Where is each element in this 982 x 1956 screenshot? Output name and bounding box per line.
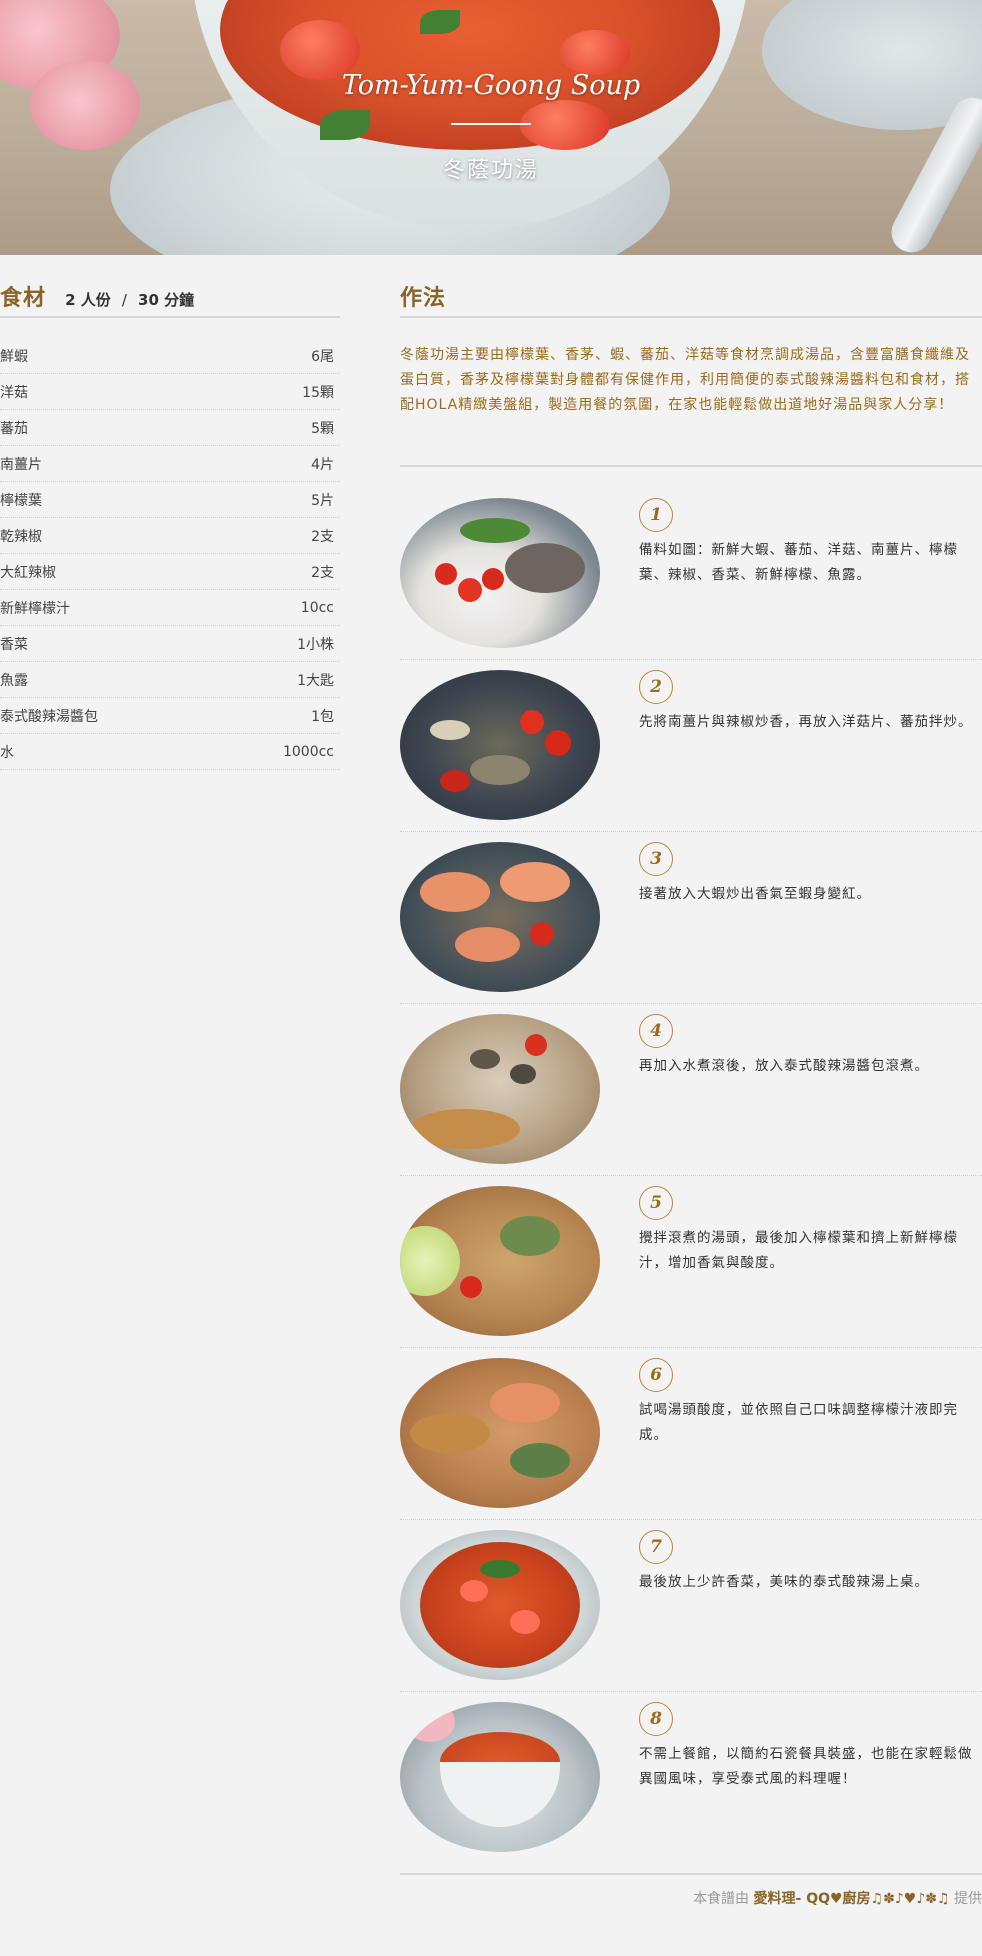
ingredient-qty: 5片	[311, 492, 334, 509]
step-number: 4	[639, 1014, 673, 1048]
ingredient-qty: 10cc	[300, 599, 334, 616]
ingredient-qty: 2支	[311, 564, 334, 581]
ingredient-qty: 15顆	[302, 384, 334, 401]
ingredient-row: 水 1000cc	[0, 734, 340, 770]
ingredient-qty: 4片	[311, 456, 334, 473]
ingredient-row: 洋菇 15顆	[0, 374, 340, 410]
ingredient-row: 魚露 1大匙	[0, 662, 340, 698]
ingredients-heading: 食材	[0, 286, 47, 311]
step-number: 2	[639, 670, 673, 704]
step-text: 最後放上少許香菜，美味的泰式酸辣湯上桌。	[639, 1574, 929, 1590]
step-number: 1	[639, 498, 673, 532]
credit-prefix: 本食譜由	[693, 1891, 750, 1907]
ingredient-row: 香菜 1小株	[0, 626, 340, 662]
step-item: 6 試喝湯頭酸度，並依照自己口味調整檸檬汁液即完成。	[400, 1348, 982, 1520]
step-photo	[400, 670, 600, 820]
step-photo	[400, 498, 600, 648]
ingredient-qty: 1小株	[297, 636, 334, 653]
step-text: 不需上餐館，以簡約石瓷餐具裝盛，也能在家輕鬆做異國風味，享受泰式風的料理喔！	[639, 1746, 973, 1787]
step-number: 7	[639, 1530, 673, 1564]
hero-title-en: Tom-Yum-Goong Soup	[341, 70, 641, 101]
step-item: 5 攪拌滾煮的湯頭，最後加入檸檬葉和擠上新鮮檸檬汁，增加香氣與酸度。	[400, 1176, 982, 1348]
step-text: 接著放入大蝦炒出香氣至蝦身變紅。	[639, 886, 871, 902]
step-item: 8 不需上餐館，以簡約石瓷餐具裝盛，也能在家輕鬆做異國風味，享受泰式風的料理喔！	[400, 1692, 982, 1864]
step-photo	[400, 1530, 600, 1680]
ingredient-row: 蕃茄 5顆	[0, 410, 340, 446]
ingredient-list: 鮮蝦 6尾 洋菇 15顆 蕃茄 5顆 南薑片 4片 檸檬葉 5片 乾辣椒 2支 大紅辣椒 2支…	[0, 338, 340, 770]
ingredient-row: 乾辣椒 2支	[0, 518, 340, 554]
ingredient-name: 香菜	[0, 636, 28, 653]
ingredient-name: 大紅辣椒	[0, 564, 56, 581]
servings: 2 人份	[65, 291, 111, 309]
step-text: 攪拌滾煮的湯頭，最後加入檸檬葉和擠上新鮮檸檬汁，增加香氣與酸度。	[639, 1230, 958, 1271]
step-text: 備料如圖：新鮮大蝦、蕃茄、洋菇、南薑片、檸檬葉、辣椒、香菜、新鮮檸檬、魚露。	[639, 542, 958, 583]
step-number: 6	[639, 1358, 673, 1392]
ingredient-name: 洋菇	[0, 384, 28, 401]
divider	[400, 1873, 982, 1875]
recipe-intro: 冬蔭功湯主要由檸檬葉、香茅、蝦、蕃茄、洋菇等食材烹調成湯品，含豐富膳食纖維及蛋白…	[400, 347, 970, 413]
step-item: 4 再加入水煮滾後，放入泰式酸辣湯醬包滾煮。	[400, 1004, 982, 1176]
ingredient-qty: 5顆	[311, 420, 334, 437]
divider	[400, 465, 982, 467]
ingredient-qty: 1大匙	[297, 672, 334, 689]
method-header: 作法	[400, 280, 982, 318]
step-item: 2 先將南薑片與辣椒炒香，再放入洋菇片、蕃茄拌炒。	[400, 660, 982, 832]
ingredient-name: 檸檬葉	[0, 492, 42, 509]
step-item: 1 備料如圖：新鮮大蝦、蕃茄、洋菇、南薑片、檸檬葉、辣椒、香菜、新鮮檸檬、魚露。	[400, 488, 982, 660]
ingredient-name: 蕃茄	[0, 420, 28, 437]
ingredient-name: 泰式酸辣湯醬包	[0, 708, 98, 725]
ingredient-row: 新鮮檸檬汁 10cc	[0, 590, 340, 626]
step-text: 試喝湯頭酸度，並依照自己口味調整檸檬汁液即完成。	[639, 1402, 958, 1443]
hero-banner: Tom-Yum-Goong Soup 冬蔭功湯	[0, 0, 982, 255]
step-photo	[400, 1186, 600, 1336]
ingredient-name: 新鮮檸檬汁	[0, 600, 70, 617]
ingredient-row: 泰式酸辣湯醬包 1包	[0, 698, 340, 734]
ingredient-name: 乾辣椒	[0, 528, 42, 545]
ingredient-qty: 1包	[311, 708, 334, 725]
step-number: 5	[639, 1186, 673, 1220]
ingredient-qty: 2支	[311, 528, 334, 545]
ingredient-name: 魚露	[0, 672, 28, 689]
step-photo	[400, 1702, 600, 1852]
credit-suffix: 提供	[954, 1891, 982, 1907]
step-photo	[400, 842, 600, 992]
ingredient-row: 檸檬葉 5片	[0, 482, 340, 518]
step-photo	[400, 1014, 600, 1164]
ingredient-row: 大紅辣椒 2支	[0, 554, 340, 590]
ingredient-row: 鮮蝦 6尾	[0, 338, 340, 374]
step-number: 3	[639, 842, 673, 876]
ingredient-qty: 1000cc	[282, 743, 334, 760]
step-text: 再加入水煮滾後，放入泰式酸辣湯醬包滾煮。	[639, 1058, 929, 1074]
ingredient-qty: 6尾	[311, 348, 334, 365]
recipe-credit: 本食譜由 愛料理- QQ♥廚房♫✽♪♥♪✽♫ 提供	[693, 1888, 982, 1908]
ingredient-name: 水	[0, 744, 14, 761]
ingredient-name: 鮮蝦	[0, 348, 28, 365]
ingredient-row: 南薑片 4片	[0, 446, 340, 482]
cook-time: 30 分鐘	[138, 291, 195, 309]
step-photo	[400, 1358, 600, 1508]
hero-divider	[451, 123, 531, 125]
step-item: 3 接著放入大蝦炒出香氣至蝦身變紅。	[400, 832, 982, 1004]
separator: /	[121, 291, 127, 309]
hero-title-zh: 冬蔭功湯	[442, 158, 539, 183]
step-item: 7 最後放上少許香菜，美味的泰式酸辣湯上桌。	[400, 1520, 982, 1692]
author-link[interactable]: 愛料理- QQ♥廚房♫✽♪♥♪✽♫	[754, 1891, 950, 1907]
method-heading: 作法	[400, 286, 447, 311]
step-number: 8	[639, 1702, 673, 1736]
ingredients-header: 食材 2 人份 / 30 分鐘	[0, 280, 340, 318]
step-text: 先將南薑片與辣椒炒香，再放入洋菇片、蕃茄拌炒。	[639, 714, 973, 730]
ingredient-name: 南薑片	[0, 456, 42, 473]
